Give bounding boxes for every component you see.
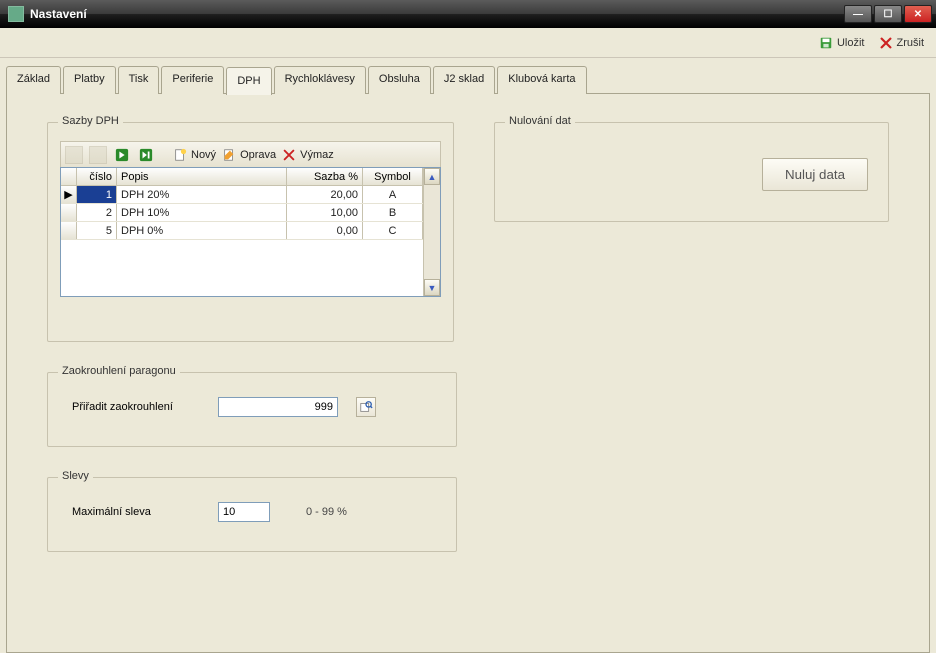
- save-button[interactable]: Uložit: [819, 36, 865, 50]
- grid-toolbar: Nový Oprava Výmaz: [60, 141, 441, 167]
- group-nulovani: Nulování dat Nuluj data: [494, 122, 889, 222]
- tab-dph[interactable]: DPH: [226, 67, 271, 95]
- oprava-button[interactable]: Oprava: [222, 148, 276, 162]
- tab-strip: ZákladPlatbyTiskPeriferieDPHRychlokláves…: [6, 66, 936, 94]
- app-icon: [8, 6, 24, 22]
- nav-next-button[interactable]: [113, 146, 131, 164]
- tab-klubová-karta[interactable]: Klubová karta: [497, 66, 586, 94]
- scroll-up-icon[interactable]: ▲: [424, 168, 440, 185]
- tab-rychloklávesy[interactable]: Rychloklávesy: [274, 66, 366, 94]
- tab-obsluha[interactable]: Obsluha: [368, 66, 431, 94]
- group-sazby-dph: Sazby DPH Nový Oprava: [47, 122, 454, 342]
- nav-prev-button[interactable]: [89, 146, 107, 164]
- max-sleva-hint: 0 - 99 %: [306, 506, 347, 518]
- max-sleva-input[interactable]: [218, 502, 270, 522]
- maximize-button[interactable]: ☐: [874, 5, 902, 23]
- vat-grid[interactable]: číslo Popis Sazba % Symbol ▶1DPH 20%20,0…: [60, 167, 441, 297]
- group-zaokrouhleni: Zaokrouhlení paragonu Přiřadit zaokrouhl…: [47, 372, 457, 447]
- delete-icon: [282, 148, 296, 162]
- arrow-right-icon: [115, 148, 129, 162]
- tab-základ[interactable]: Základ: [6, 66, 61, 94]
- novy-button[interactable]: Nový: [173, 148, 216, 162]
- tab-periferie[interactable]: Periferie: [161, 66, 224, 94]
- window-buttons: — ☐ ✕: [844, 5, 932, 23]
- group-slevy-legend: Slevy: [58, 470, 93, 482]
- tab-tisk[interactable]: Tisk: [118, 66, 160, 94]
- group-nulovani-legend: Nulování dat: [505, 115, 575, 127]
- nav-first-button[interactable]: [65, 146, 83, 164]
- cancel-label: Zrušit: [897, 37, 925, 49]
- tab-j2-sklad[interactable]: J2 sklad: [433, 66, 495, 94]
- priradit-label: Přiřadit zaokrouhlení: [72, 401, 200, 413]
- close-button[interactable]: ✕: [904, 5, 932, 23]
- col-sazba[interactable]: Sazba %: [287, 168, 363, 185]
- group-slevy: Slevy Maximální sleva 0 - 99 %: [47, 477, 457, 552]
- titlebar: Nastavení — ☐ ✕: [0, 0, 936, 28]
- tab-panel-dph: Sazby DPH Nový Oprava: [6, 93, 930, 653]
- col-cislo[interactable]: číslo: [77, 168, 117, 185]
- save-icon: [819, 36, 833, 50]
- cancel-button[interactable]: Zrušit: [879, 36, 925, 50]
- grid-header: číslo Popis Sazba % Symbol: [61, 168, 423, 186]
- nuluj-data-button[interactable]: Nuluj data: [762, 158, 868, 191]
- table-row[interactable]: 5DPH 0%0,00C: [61, 222, 423, 240]
- group-zaokrouhleni-legend: Zaokrouhlení paragonu: [58, 365, 180, 377]
- top-toolbar: Uložit Zrušit: [0, 28, 936, 58]
- table-row[interactable]: ▶1DPH 20%20,00A: [61, 186, 423, 204]
- lookup-button[interactable]: [356, 397, 376, 417]
- scroll-down-icon[interactable]: ▼: [424, 279, 440, 296]
- grid-scrollbar[interactable]: ▲ ▼: [423, 168, 440, 296]
- nav-last-button[interactable]: [137, 146, 155, 164]
- cancel-icon: [879, 36, 893, 50]
- max-sleva-label: Maximální sleva: [72, 506, 200, 518]
- new-icon: [173, 148, 187, 162]
- arrow-last-icon: [139, 148, 153, 162]
- vymaz-button[interactable]: Výmaz: [282, 148, 334, 162]
- col-popis[interactable]: Popis: [117, 168, 287, 185]
- vymaz-label: Výmaz: [300, 149, 334, 161]
- zaokrouhleni-input[interactable]: [218, 397, 338, 417]
- novy-label: Nový: [191, 149, 216, 161]
- edit-icon: [222, 148, 236, 162]
- save-label: Uložit: [837, 37, 865, 49]
- col-symbol[interactable]: Symbol: [363, 168, 423, 185]
- window-title: Nastavení: [30, 7, 844, 21]
- lookup-icon: [359, 400, 373, 414]
- oprava-label: Oprava: [240, 149, 276, 161]
- tab-platby[interactable]: Platby: [63, 66, 116, 94]
- table-row[interactable]: 2DPH 10%10,00B: [61, 204, 423, 222]
- group-sazby-legend: Sazby DPH: [58, 115, 123, 127]
- minimize-button[interactable]: —: [844, 5, 872, 23]
